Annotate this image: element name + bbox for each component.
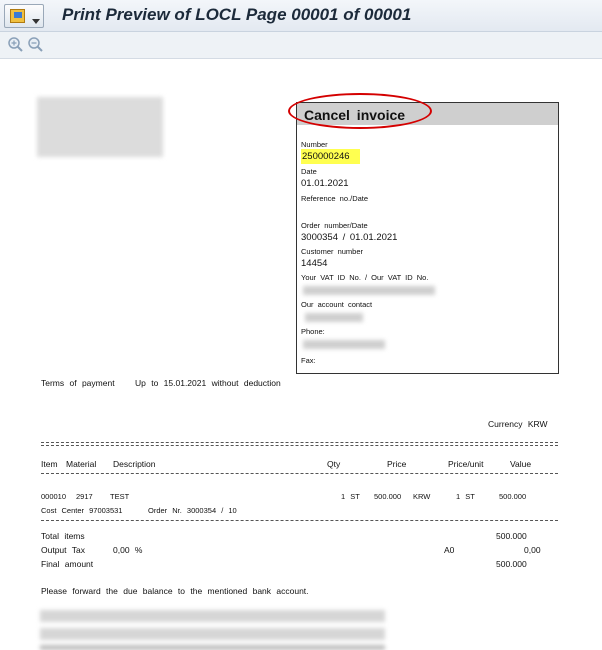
row-order-nr: Order Nr. 3000354 / 10 — [148, 506, 237, 515]
header-material: Material — [66, 459, 97, 469]
rule-header — [41, 473, 558, 474]
redacted-bank-3 — [40, 645, 385, 650]
rule-totals — [41, 520, 558, 521]
order-label: Order number/Date — [301, 221, 368, 230]
date-label: Date — [301, 167, 317, 176]
row-qty: 1 ST — [341, 492, 360, 501]
window-title: Print Preview of LOCL Page 00001 of 0000… — [62, 5, 412, 24]
rule-top — [41, 442, 558, 443]
number-label: Number — [301, 140, 328, 149]
redacted-bank-1 — [40, 610, 385, 622]
zoom-in-icon[interactable] — [7, 36, 25, 54]
phone-label: Phone: — [301, 327, 325, 336]
row-per: 1 ST — [456, 492, 475, 501]
reference-label: Reference no./Date — [301, 194, 369, 203]
title-bar: Print Preview of LOCL Page 00001 of 0000… — [0, 0, 602, 32]
terms-text: Up to 15.01.2021 without deduction — [135, 378, 281, 388]
menu-icon[interactable] — [4, 4, 44, 28]
row-item: 000010 — [41, 492, 67, 501]
footer-note: Please forward the due balance to the me… — [41, 586, 309, 596]
final-amount-value: 500.000 — [496, 559, 527, 569]
output-tax-value: 0,00 — [524, 545, 541, 555]
fax-label: Fax: — [301, 356, 316, 365]
date-value: 01.01.2021 — [301, 178, 349, 189]
output-tax-code: A0 — [444, 545, 455, 555]
currency-label: Currency KRW — [488, 419, 548, 429]
redacted-contact — [305, 313, 363, 322]
redacted-bank-2 — [40, 628, 385, 640]
header-qty: Qty — [327, 459, 341, 469]
header-description: Description — [113, 459, 156, 469]
header-price: Price — [387, 459, 407, 469]
toolbar — [0, 32, 602, 59]
final-amount-label: Final amount — [41, 559, 94, 569]
redacted-phone — [303, 340, 385, 349]
highlight-circle — [288, 93, 432, 129]
row-material: 2917 — [76, 492, 93, 501]
zoom-out-icon[interactable] — [27, 36, 45, 54]
order-value: 3000354 / 01.01.2021 — [301, 232, 398, 243]
row-value: 500.000 — [499, 492, 527, 501]
number-value: 250000246 — [301, 149, 360, 164]
row-price: 500.000 — [374, 492, 402, 501]
document-page: Cancel invoice Number 250000246 Date 01.… — [0, 59, 602, 650]
header-value: Value — [510, 459, 532, 469]
total-items-value: 500.000 — [496, 531, 527, 541]
output-tax-rate: 0,00 % — [113, 545, 143, 555]
vat-label: Your VAT ID No. / Our VAT ID No. — [301, 273, 429, 282]
customer-value: 14454 — [301, 258, 328, 269]
row-currency: KRW — [413, 492, 431, 501]
customer-label: Customer number — [301, 247, 364, 256]
row-description: TEST — [110, 492, 130, 501]
output-tax-label: Output Tax — [41, 545, 85, 555]
invoice-info-box: Cancel invoice Number 250000246 Date 01.… — [296, 102, 559, 374]
terms-label: Terms of payment — [41, 378, 115, 388]
redacted-vat — [303, 286, 435, 295]
header-price-unit: Price/unit — [448, 459, 484, 469]
header-item: Item — [41, 459, 58, 469]
contact-label: Our account contact — [301, 300, 373, 309]
total-items-label: Total items — [41, 531, 85, 541]
row-cost-center: Cost Center 97003531 — [41, 506, 123, 515]
redacted-address — [37, 97, 163, 157]
rule-top-2 — [41, 445, 558, 446]
